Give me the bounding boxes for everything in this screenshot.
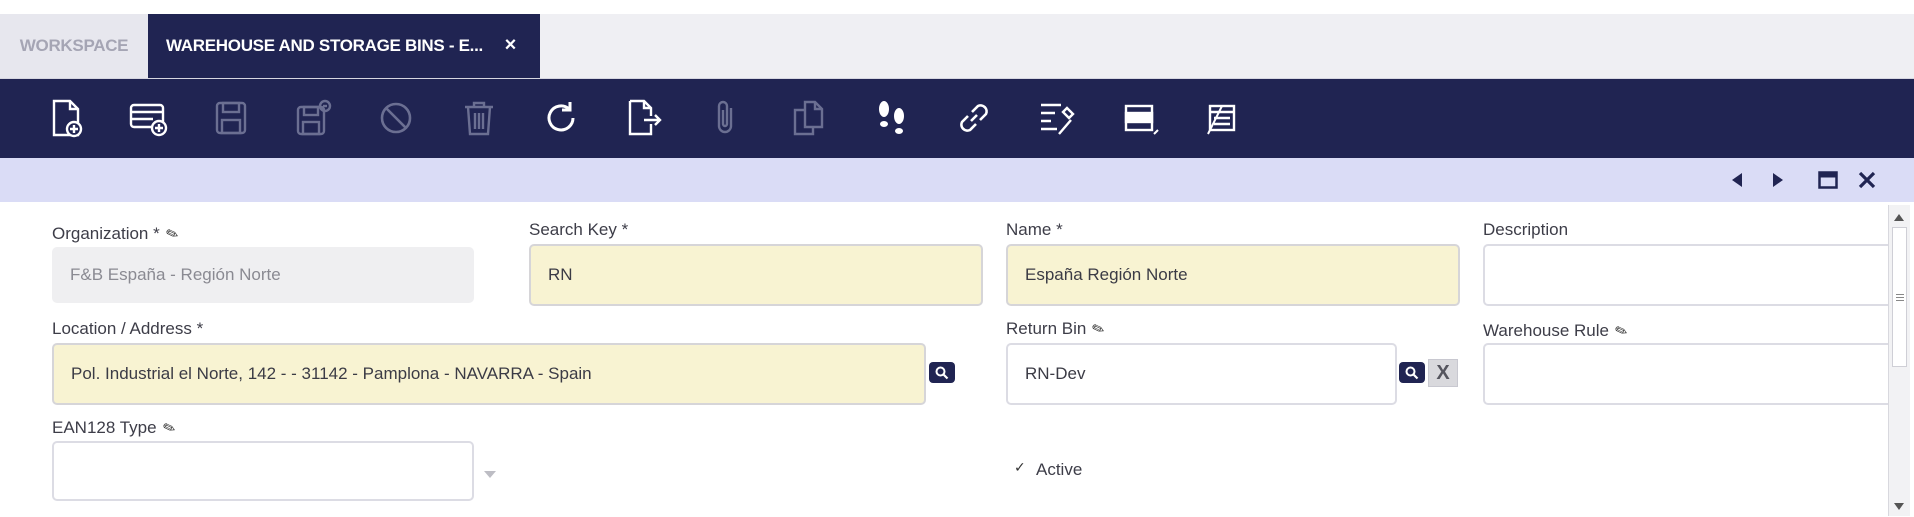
previous-record-icon[interactable] — [1725, 168, 1749, 192]
refresh-icon[interactable] — [539, 96, 583, 140]
save-icon[interactable] — [209, 96, 253, 140]
active-label: Active — [1036, 460, 1083, 479]
return-bin-input[interactable]: RN-Dev — [1006, 343, 1397, 405]
search-key-input[interactable]: RN — [529, 244, 983, 306]
pin-icon: ✎ — [1089, 319, 1108, 340]
attachment-icon[interactable] — [704, 96, 748, 140]
location-label: Location / Address * — [52, 319, 204, 338]
audit-trail-icon[interactable] — [870, 96, 914, 140]
return-bin-label: Return Bin ✎ — [1006, 319, 1108, 340]
close-icon[interactable] — [1855, 168, 1879, 192]
pin-icon: ✎ — [1612, 321, 1631, 342]
description-label: Description — [1483, 220, 1569, 239]
scroll-down-icon[interactable] — [1893, 499, 1905, 517]
ean128-type-select[interactable] — [52, 441, 474, 501]
form-area: Organization * ✎ F&B España - Región Nort… — [0, 202, 1914, 516]
link-icon[interactable] — [952, 96, 996, 140]
return-bin-search-icon[interactable] — [1399, 362, 1425, 383]
toolbar — [0, 79, 1914, 158]
window-top-strip — [0, 0, 1914, 14]
export-icon[interactable] — [622, 96, 666, 140]
organization-label: Organization * ✎ — [52, 224, 182, 245]
ean128-type-label: EAN128 Type ✎ — [52, 418, 178, 439]
warehouse-rule-label: Warehouse Rule ✎ — [1483, 321, 1631, 342]
new-row-icon[interactable] — [126, 96, 170, 140]
process-icon[interactable] — [1035, 96, 1079, 140]
maximize-icon[interactable] — [1816, 168, 1840, 192]
dropdown-arrow-icon[interactable] — [483, 466, 497, 484]
scrollbar-thumb[interactable] — [1892, 227, 1907, 367]
search-key-label: Search Key * — [529, 220, 629, 239]
tab-bar: WORKSPACE WAREHOUSE AND STORAGE BINS - E… — [0, 14, 1914, 79]
organization-field[interactable]: F&B España - Región Norte — [52, 247, 474, 303]
notes-icon[interactable] — [1200, 96, 1244, 140]
location-input[interactable]: Pol. Industrial el Norte, 142 - - 31142 … — [52, 343, 926, 405]
name-label: Name * — [1006, 220, 1063, 239]
warehouse-rule-input[interactable] — [1483, 343, 1888, 405]
tab-workspace-label: WORKSPACE — [19, 36, 129, 55]
scroll-up-icon[interactable] — [1893, 209, 1905, 227]
tab-workspace[interactable]: WORKSPACE — [0, 14, 148, 78]
new-document-icon[interactable] — [44, 96, 88, 140]
form-grid-toggle-icon[interactable] — [1118, 96, 1162, 140]
location-search-icon[interactable] — [929, 362, 955, 383]
tab-warehouse-label: WAREHOUSE AND STORAGE BINS - E... — [166, 36, 483, 55]
pin-icon: ✎ — [160, 418, 178, 439]
record-navigation-bar — [0, 158, 1914, 202]
return-bin-clear-icon[interactable]: X — [1428, 359, 1458, 387]
tab-close-icon[interactable]: × — [505, 34, 517, 57]
next-record-icon[interactable] — [1766, 168, 1790, 192]
pin-icon: ✎ — [163, 224, 182, 245]
save-close-icon[interactable] — [292, 96, 336, 140]
name-input[interactable]: España Región Norte — [1006, 244, 1460, 306]
undo-icon[interactable] — [374, 96, 418, 140]
vertical-scrollbar[interactable] — [1888, 205, 1910, 516]
delete-icon[interactable] — [457, 96, 501, 140]
active-checkbox[interactable]: ✓ — [1014, 460, 1028, 474]
description-input[interactable] — [1483, 244, 1888, 306]
copy-record-icon[interactable] — [787, 96, 831, 140]
tab-warehouse-storage-bins[interactable]: WAREHOUSE AND STORAGE BINS - E... × — [148, 14, 540, 78]
